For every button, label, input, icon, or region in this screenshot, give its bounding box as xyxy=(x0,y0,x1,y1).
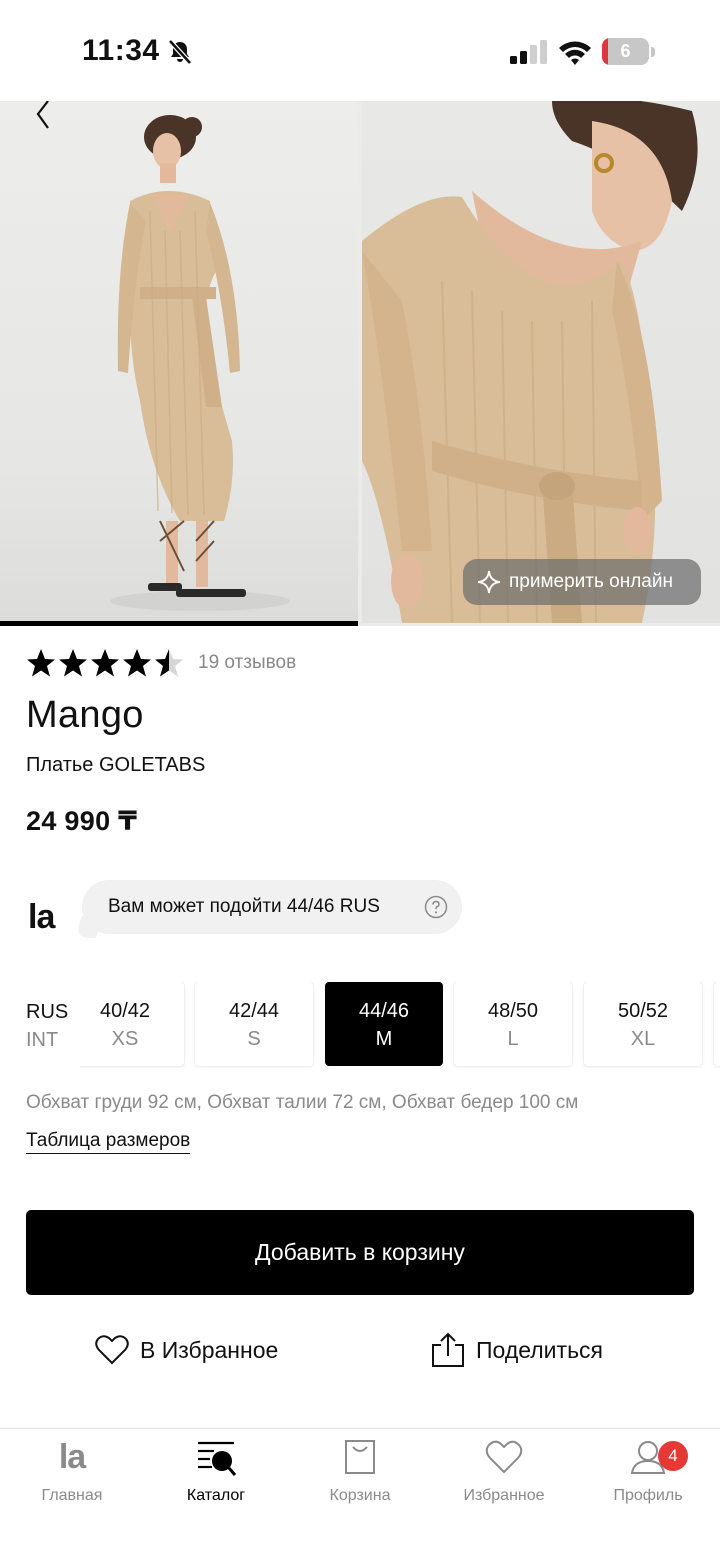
catalog-search-icon xyxy=(198,1441,236,1476)
size-int-label: M xyxy=(375,1028,393,1050)
heart-icon xyxy=(95,1335,129,1365)
size-int-label: S xyxy=(247,1028,261,1050)
tab-home-label: Главная xyxy=(41,1487,103,1504)
size-recommendation-bubble: Вам может подойти 44/46 RUS xyxy=(82,880,462,934)
bottom-tab-bar: la Главная Каталог Корзина Избранное Про… xyxy=(0,1428,720,1564)
status-bar: 11:34 6 xyxy=(0,0,720,100)
size-rus-label: 42/44 xyxy=(228,1000,280,1022)
size-option[interactable]: 40/42 XS xyxy=(80,982,184,1066)
rating-stars xyxy=(26,648,184,678)
size-int-label: L xyxy=(507,1028,519,1050)
sparkle-icon xyxy=(477,570,501,594)
home-la-logo-icon: la xyxy=(58,1438,86,1476)
product-photo-closeup[interactable]: примерить онлайн xyxy=(362,101,720,623)
bell-muted-icon xyxy=(168,39,192,65)
size-int-label: XL xyxy=(630,1028,656,1050)
product-photo-full-length[interactable] xyxy=(0,101,358,623)
battery-indicator: 6 xyxy=(602,38,655,66)
shopping-bag-icon xyxy=(345,1440,375,1474)
size-measurements: Обхват груди 92 см, Обхват талии 72 см, … xyxy=(26,1092,579,1113)
la-logo: la xyxy=(28,898,55,936)
status-time: 11:34 xyxy=(82,34,160,67)
add-to-favorites-button[interactable]: В Избранное xyxy=(94,1332,278,1368)
size-rus-label: 44/46 xyxy=(358,1000,410,1022)
tab-profile[interactable]: Профиль 4 xyxy=(576,1437,720,1505)
model-full-length-image xyxy=(110,115,290,611)
size-recommendation-text: Вам может подойти 44/46 RUS xyxy=(108,896,380,917)
size-option[interactable]: 44/46 M xyxy=(325,982,443,1066)
size-rus-label: 50/52 xyxy=(617,1000,669,1022)
back-chevron-icon[interactable] xyxy=(28,101,58,131)
review-count[interactable]: 19 отзывов xyxy=(198,652,296,674)
size-rus-label: 48/50 xyxy=(487,1000,539,1022)
size-option[interactable]: 48/50 L xyxy=(454,982,572,1066)
heart-outline-icon xyxy=(485,1440,523,1474)
star-icon xyxy=(59,649,87,677)
star-icon xyxy=(155,649,183,677)
size-system-int: INT xyxy=(26,1029,59,1051)
star-icon xyxy=(27,649,55,677)
share-button[interactable]: Поделиться xyxy=(430,1332,603,1368)
size-system-labels: RUS INT xyxy=(26,998,68,1054)
product-title: Платье GOLETABS xyxy=(26,754,206,776)
star-icon xyxy=(91,649,119,677)
tab-profile-label: Профиль xyxy=(613,1487,683,1504)
star-icon xyxy=(123,649,151,677)
gallery-page-indicator xyxy=(0,621,358,626)
size-system-rus: RUS xyxy=(26,1001,69,1023)
cellular-signal-icon xyxy=(510,40,547,64)
share-icon xyxy=(432,1332,464,1367)
try-on-label: примерить онлайн xyxy=(509,571,673,592)
tab-favorites-label: Избранное xyxy=(463,1487,545,1504)
brand-name[interactable]: Mango xyxy=(26,694,144,737)
product-price: 24 990 ₸ xyxy=(26,806,138,836)
model-closeup-image xyxy=(362,101,698,623)
help-icon[interactable] xyxy=(424,895,448,919)
tab-cart-label: Корзина xyxy=(329,1487,391,1504)
size-table-link[interactable]: Таблица размеров xyxy=(26,1130,191,1154)
wifi-icon xyxy=(559,41,591,65)
tab-cart[interactable]: Корзина xyxy=(288,1437,432,1505)
tab-catalog[interactable]: Каталог xyxy=(144,1437,288,1505)
size-rus-label: 40/42 xyxy=(99,1000,151,1022)
battery-percent: 6 xyxy=(620,41,631,61)
size-option[interactable]: 42/44 S xyxy=(195,982,313,1066)
tab-home[interactable]: la Главная xyxy=(0,1437,144,1505)
size-int-label: XS xyxy=(111,1028,139,1050)
profile-notification-badge: 4 xyxy=(658,1441,688,1471)
share-label: Поделиться xyxy=(476,1336,604,1363)
product-gallery[interactable]: примерить онлайн xyxy=(0,101,720,626)
add-to-cart-button[interactable]: Добавить в корзину xyxy=(26,1210,694,1295)
tab-catalog-label: Каталог xyxy=(186,1487,246,1504)
size-selector[interactable]: 40/42 XS 42/44 S 44/46 M 48/50 L 50/52 X… xyxy=(80,982,720,1068)
try-on-online-button[interactable]: примерить онлайн xyxy=(463,559,701,605)
product-rating[interactable]: 19 отзывов xyxy=(26,648,296,678)
favorites-label: В Избранное xyxy=(140,1336,279,1363)
size-option-partial[interactable] xyxy=(714,982,720,1066)
size-option[interactable]: 50/52 XL xyxy=(584,982,702,1066)
tab-favorites[interactable]: Избранное xyxy=(432,1437,576,1505)
